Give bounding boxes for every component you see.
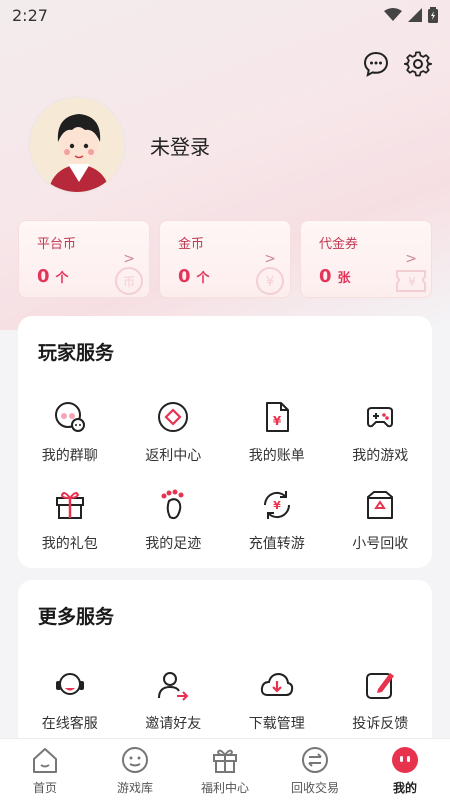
avatar[interactable]: [28, 96, 126, 194]
service-rebate-center[interactable]: 返利中心: [122, 385, 226, 473]
recycle-icon: [367, 491, 394, 519]
bottom-tab-bar: 首页 游戏库 福利中心 回收交易 我的: [0, 738, 450, 800]
signal-icon: [408, 8, 422, 22]
coin-icon: 币: [115, 267, 143, 295]
svg-text:¥: ¥: [408, 275, 416, 289]
avatar-illustration: [30, 98, 124, 192]
battery-icon: [428, 7, 438, 23]
tab-welfare-center[interactable]: 福利中心: [180, 739, 270, 800]
wallet-title: 平台币: [37, 237, 77, 252]
player-services-card: 玩家服务 我的群聊 返利中心 ¥ 我的账单 我的游戏 我的礼包 我的足迹 ¥ 充…: [18, 316, 432, 568]
service-group-chat[interactable]: 我的群聊: [18, 385, 122, 473]
svg-text:¥: ¥: [273, 499, 281, 512]
header-actions: [362, 50, 432, 78]
player-services-grid: 我的群聊 返利中心 ¥ 我的账单 我的游戏 我的礼包 我的足迹 ¥ 充值转游 小…: [18, 385, 432, 561]
group-chat-icon: [54, 402, 85, 432]
gold-coin-icon: ¥: [256, 267, 284, 295]
status-bar: 2:27: [0, 0, 450, 30]
wallet-row: 平台币 0个 > 币 金币 0个 > ¥ 代金券 0张 > ¥: [18, 220, 432, 298]
status-time: 2:27: [12, 5, 48, 25]
more-services-title: 更多服务: [38, 606, 115, 628]
service-invite-friends[interactable]: 邀请好友: [122, 653, 226, 741]
wallet-card-voucher[interactable]: 代金券 0张 > ¥: [300, 220, 432, 298]
service-my-bill[interactable]: ¥ 我的账单: [225, 385, 329, 473]
footprint-icon: [161, 489, 184, 520]
wallet-title: 代金券: [319, 237, 359, 252]
wallet-title: 金币: [178, 237, 205, 252]
bill-icon: ¥: [265, 402, 289, 432]
service-online-support[interactable]: 在线客服: [18, 653, 122, 741]
wallet-card-platform-coin[interactable]: 平台币 0个 > 币: [18, 220, 150, 298]
svg-text:¥: ¥: [273, 414, 282, 428]
tab-mine[interactable]: 我的: [360, 739, 450, 800]
gift-icon: [55, 492, 84, 519]
tab-home[interactable]: 首页: [0, 739, 90, 800]
gamepad-icon: [367, 407, 394, 428]
home-icon: [33, 748, 57, 773]
player-services-title: 玩家服务: [38, 342, 115, 364]
service-my-games[interactable]: 我的游戏: [329, 385, 433, 473]
profile-icon: [392, 747, 418, 773]
voucher-icon: ¥: [396, 270, 426, 292]
message-icon[interactable]: [362, 50, 390, 78]
service-account-recycle[interactable]: 小号回收: [329, 473, 433, 561]
download-icon: [260, 672, 293, 696]
recharge-transfer-icon: ¥: [263, 491, 290, 519]
gift-box-icon: [213, 749, 237, 773]
wallet-card-gold[interactable]: 金币 0个 > ¥: [159, 220, 291, 298]
game-library-icon: [122, 747, 148, 773]
svg-text:币: 币: [123, 275, 135, 289]
tab-game-library[interactable]: 游戏库: [90, 739, 180, 800]
service-my-footprint[interactable]: 我的足迹: [122, 473, 226, 561]
customer-service-icon: [55, 673, 84, 695]
svg-text:¥: ¥: [266, 275, 274, 290]
status-icons: [384, 7, 438, 23]
service-download-manager[interactable]: 下载管理: [225, 653, 329, 741]
feedback-icon: [366, 673, 395, 699]
invite-friend-icon: [158, 672, 189, 701]
service-recharge-transfer[interactable]: ¥ 充值转游: [225, 473, 329, 561]
wifi-icon: [384, 8, 402, 21]
profile-section[interactable]: 未登录: [28, 96, 210, 194]
trade-icon: [302, 747, 328, 773]
service-complaint-feedback[interactable]: 投诉反馈: [329, 653, 433, 741]
more-services-card: 更多服务 在线客服 邀请好友 下载管理 投诉反馈: [18, 580, 432, 750]
rebate-icon: [158, 402, 189, 432]
service-my-gifts[interactable]: 我的礼包: [18, 473, 122, 561]
more-services-grid: 在线客服 邀请好友 下载管理 投诉反馈: [18, 653, 432, 741]
login-status-text[interactable]: 未登录: [150, 131, 210, 160]
tab-recycle-trade[interactable]: 回收交易: [270, 739, 360, 800]
gear-icon[interactable]: [404, 50, 432, 78]
